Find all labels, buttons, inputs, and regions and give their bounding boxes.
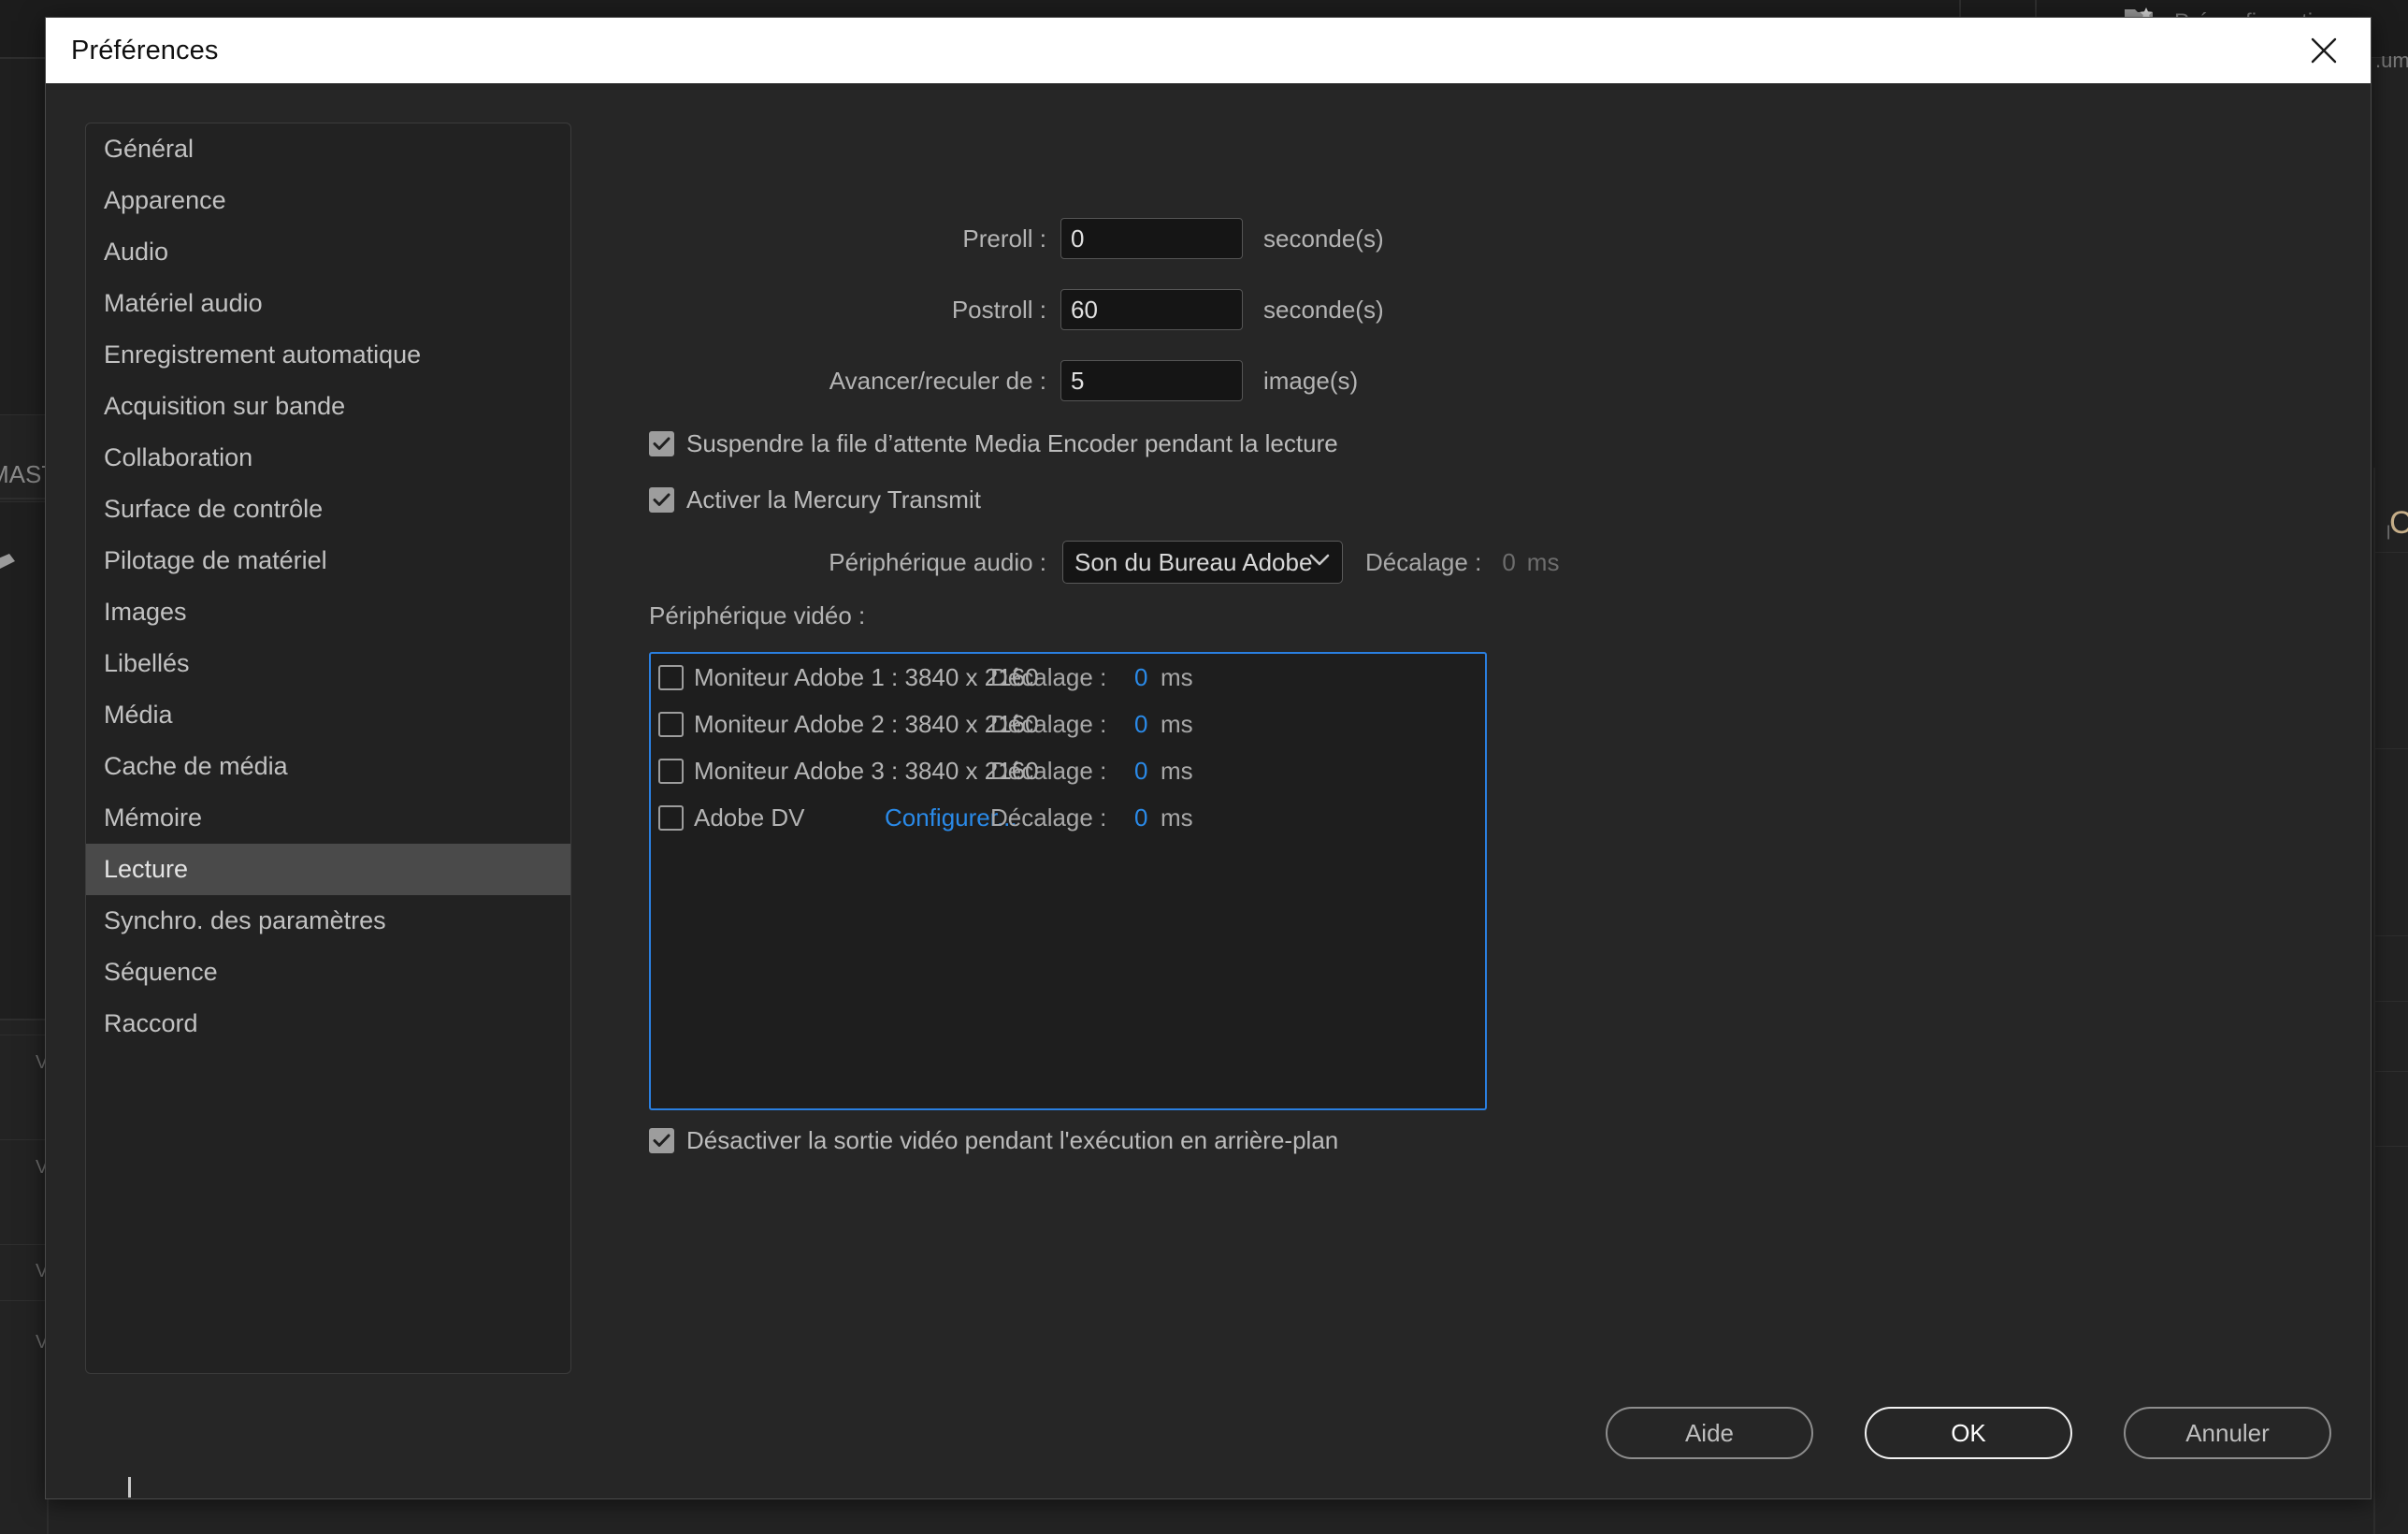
audio-device-select[interactable]: Son du Bureau Adobe (1062, 541, 1343, 584)
sidebar-item-memoire[interactable]: Mémoire (86, 792, 570, 844)
postroll-input[interactable] (1060, 289, 1243, 330)
ok-button[interactable]: OK (1865, 1407, 2072, 1459)
checkbox-checked-icon (649, 1128, 674, 1153)
sidebar-item-collaboration[interactable]: Collaboration (86, 432, 570, 484)
postroll-label: Postroll : (571, 296, 1046, 325)
sidebar-item-surface-de-controle[interactable]: Surface de contrôle (86, 484, 570, 535)
bg-divider (0, 1300, 47, 1301)
dialog-footer: Aide OK Annuler (1606, 1407, 2331, 1459)
sidebar-item-general[interactable]: Général (86, 123, 570, 175)
sidebar-item-materiel-audio[interactable]: Matériel audio (86, 278, 570, 329)
bg-divider (0, 1244, 47, 1245)
audio-delay-unit: ms (1527, 548, 1560, 577)
pause-media-encoder-label: Suspendre la file d’attente Media Encode… (686, 429, 1338, 458)
preferences-category-list[interactable]: Général Apparence Audio Matériel audio E… (85, 123, 571, 1374)
play-head-icon (0, 550, 21, 574)
postroll-row: Postroll : seconde(s) (571, 287, 1384, 332)
video-device-label: Périphérique vidéo : (649, 601, 865, 630)
device-delay-value[interactable]: 0 (1134, 710, 1147, 739)
device-delay-unit: ms (1161, 803, 1193, 832)
sidebar-item-media[interactable]: Média (86, 689, 570, 741)
bg-right-char: C (2389, 505, 2408, 542)
sidebar-item-enregistrement-automatique[interactable]: Enregistrement automatique (86, 329, 570, 381)
checkbox-unchecked-icon[interactable] (658, 712, 684, 737)
device-delay-unit: ms (1161, 710, 1193, 739)
sidebar-item-acquisition-sur-bande[interactable]: Acquisition sur bande (86, 381, 570, 432)
audio-device-value: Son du Bureau Adobe (1074, 548, 1312, 577)
close-icon[interactable] (2303, 30, 2344, 71)
audio-device-label: Périphérique audio : (571, 548, 1046, 577)
dialog-title: Préférences (71, 36, 218, 66)
sidebar-item-images[interactable]: Images (86, 586, 570, 638)
step-unit: image(s) (1263, 367, 1358, 396)
device-delay-unit: ms (1161, 757, 1193, 786)
device-row-monitor-2[interactable]: Moniteur Adobe 2 : 3840 x 2160 Décalage … (651, 701, 1485, 747)
device-delay-label: Décalage : (990, 663, 1106, 692)
step-row: Avancer/reculer de : image(s) (571, 358, 1358, 403)
bg-divider (2375, 935, 2408, 936)
device-name: Moniteur Adobe 2 : 3840 x 2160 (694, 710, 1039, 738)
device-delay-label: Décalage : (990, 757, 1106, 786)
screen: Préconfigurations .um MAST V V V V C | (0, 0, 2408, 1534)
step-label: Avancer/reculer de : (571, 367, 1046, 396)
bg-file-ext: .um (2375, 49, 2408, 73)
cancel-button[interactable]: Annuler (2124, 1407, 2331, 1459)
sidebar-item-apparence[interactable]: Apparence (86, 175, 570, 226)
bg-divider (0, 1139, 47, 1140)
bg-divider (2375, 1071, 2408, 1072)
step-input[interactable] (1060, 360, 1243, 401)
preferences-dialog: Préférences Général Apparence Audio Maté… (45, 17, 2372, 1499)
checkbox-unchecked-icon[interactable] (658, 759, 684, 784)
sidebar-item-lecture[interactable]: Lecture (86, 844, 570, 895)
text-cursor (128, 1477, 131, 1498)
sidebar-item-libelles[interactable]: Libellés (86, 638, 570, 689)
device-delay-value[interactable]: 0 (1134, 757, 1147, 786)
checkbox-checked-icon (649, 431, 674, 456)
sidebar-item-pilotage-de-materiel[interactable]: Pilotage de matériel (86, 535, 570, 586)
sidebar-item-audio[interactable]: Audio (86, 226, 570, 278)
device-name: Moniteur Adobe 3 : 3840 x 2160 (694, 757, 1039, 785)
bg-divider (2375, 1001, 2408, 1002)
sidebar-item-cache-de-media[interactable]: Cache de média (86, 741, 570, 792)
disable-video-output-checkbox[interactable]: Désactiver la sortie vidéo pendant l'exé… (649, 1126, 1338, 1155)
audio-delay-label: Décalage : (1365, 548, 1481, 577)
preroll-unit: seconde(s) (1263, 224, 1384, 253)
audio-delay-value: 0 (1502, 548, 1515, 577)
device-name: Moniteur Adobe 1 : 3840 x 2160 (694, 663, 1039, 691)
video-device-list[interactable]: Moniteur Adobe 1 : 3840 x 2160 Décalage … (649, 652, 1487, 1110)
preroll-input[interactable] (1060, 218, 1243, 259)
preroll-row: Preroll : seconde(s) (571, 216, 1384, 261)
disable-video-output-label: Désactiver la sortie vidéo pendant l'exé… (686, 1126, 1338, 1155)
mercury-transmit-checkbox[interactable]: Activer la Mercury Transmit (649, 485, 981, 514)
chevron-down-icon (1308, 553, 1331, 572)
device-delay-label: Décalage : (990, 710, 1106, 739)
sidebar-item-synchro-des-parametres[interactable]: Synchro. des paramètres (86, 895, 570, 947)
device-name: Adobe DV (694, 803, 805, 832)
device-delay-label: Décalage : (990, 803, 1106, 832)
pause-media-encoder-checkbox[interactable]: Suspendre la file d’attente Media Encode… (649, 429, 1338, 458)
device-row-monitor-1[interactable]: Moniteur Adobe 1 : 3840 x 2160 Décalage … (651, 654, 1485, 701)
help-button[interactable]: Aide (1606, 1407, 1813, 1459)
sidebar-item-raccord[interactable]: Raccord (86, 998, 570, 1049)
bg-divider (2375, 748, 2408, 749)
device-delay-unit: ms (1161, 663, 1193, 692)
bg-divider (2375, 552, 2408, 553)
postroll-unit: seconde(s) (1263, 296, 1384, 325)
device-delay-value[interactable]: 0 (1134, 663, 1147, 692)
checkbox-unchecked-icon[interactable] (658, 805, 684, 831)
checkbox-checked-icon (649, 487, 674, 513)
sidebar-item-sequence[interactable]: Séquence (86, 947, 570, 998)
dialog-titlebar: Préférences (46, 18, 2371, 83)
preroll-label: Preroll : (571, 224, 1046, 253)
checkbox-unchecked-icon[interactable] (658, 665, 684, 690)
device-delay-value[interactable]: 0 (1134, 803, 1147, 832)
audio-device-row: Périphérique audio : Son du Bureau Adobe… (571, 538, 1559, 586)
device-row-monitor-3[interactable]: Moniteur Adobe 3 : 3840 x 2160 Décalage … (651, 747, 1485, 794)
mercury-transmit-label: Activer la Mercury Transmit (686, 485, 981, 514)
bg-divider (2375, 1146, 2408, 1147)
dialog-body: Général Apparence Audio Matériel audio E… (46, 83, 2371, 1498)
device-row-adobe-dv[interactable]: Adobe DV Configurer... Décalage : 0 ms (651, 794, 1485, 841)
